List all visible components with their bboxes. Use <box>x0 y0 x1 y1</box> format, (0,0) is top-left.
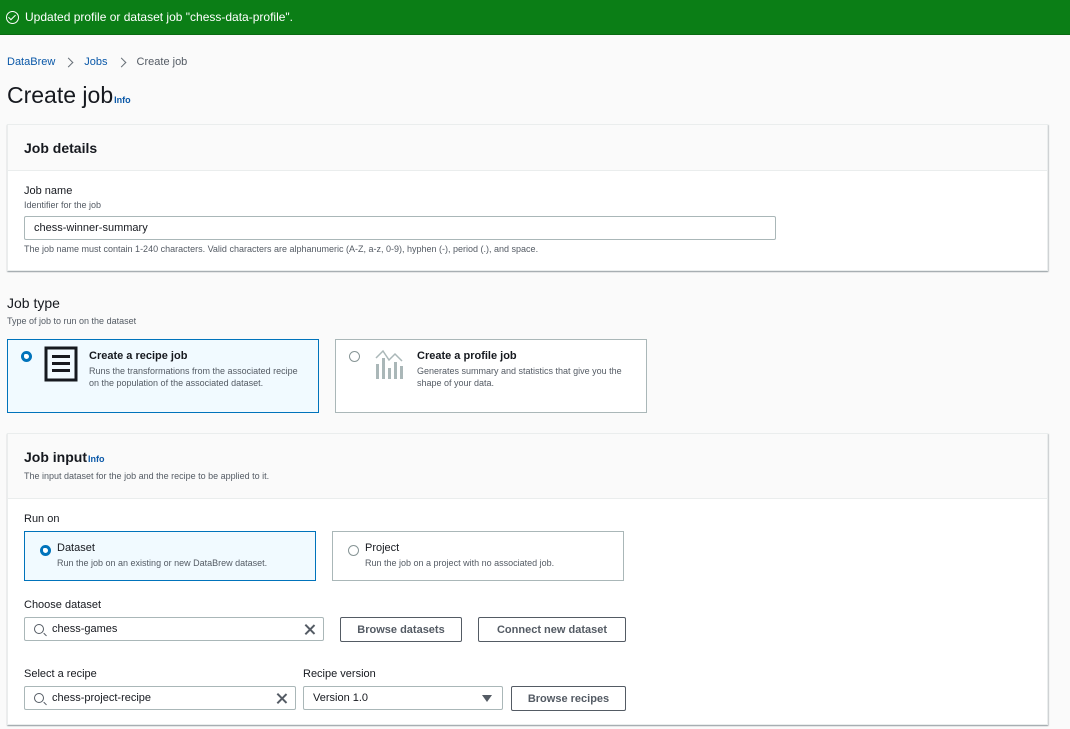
job-input-panel: Job input Info The input dataset for the… <box>7 433 1048 725</box>
profile-job-description: Generates summary and statistics that gi… <box>417 366 622 388</box>
profile-job-title: Create a profile job <box>417 350 517 362</box>
success-flash-banner: Updated profile or dataset job "chess-da… <box>0 0 1070 35</box>
select-recipe-label: Select a recipe <box>24 668 97 680</box>
breadcrumb-current: Create job <box>136 56 188 68</box>
page-info-link[interactable]: Info <box>114 95 131 105</box>
job-input-title: Job input <box>24 449 87 465</box>
job-name-description: Identifier for the job <box>24 200 102 210</box>
project-option-title: Project <box>365 542 400 554</box>
run-on-label: Run on <box>24 513 60 525</box>
recipe-list-icon <box>44 346 78 382</box>
caret-down-icon <box>482 695 492 702</box>
connect-new-dataset-button[interactable]: Connect new dataset <box>478 617 626 642</box>
job-input-info-link[interactable]: Info <box>88 454 105 464</box>
breadcrumb-databrew[interactable]: DataBrew <box>7 56 55 68</box>
page-title-row: Create job Info <box>7 82 131 109</box>
success-check-icon <box>6 10 19 24</box>
chevron-right-icon <box>116 57 126 67</box>
recipe-search-input[interactable]: chess-project-recipe <box>24 686 296 710</box>
recipe-version-select[interactable]: Version 1.0 <box>303 686 503 710</box>
project-radio[interactable] <box>348 545 359 556</box>
job-type-heading: Job type <box>7 295 60 311</box>
run-on-project-option[interactable]: Project Run the job on a project with no… <box>332 531 624 581</box>
job-name-label: Job name <box>24 185 73 197</box>
job-type-description: Type of job to run on the dataset <box>7 316 137 326</box>
search-icon <box>34 693 44 703</box>
recipe-job-description: Runs the transformations from the associ… <box>89 366 298 388</box>
profile-chart-icon <box>375 349 403 379</box>
clear-recipe-icon[interactable] <box>276 693 287 704</box>
browse-datasets-button[interactable]: Browse datasets <box>340 617 462 642</box>
main-content: DataBrew Jobs Create job Create job Info… <box>0 35 1070 729</box>
job-details-title: Job details <box>24 139 98 156</box>
recipe-version-value: Version 1.0 <box>313 692 369 704</box>
chevron-right-icon <box>63 57 74 67</box>
dataset-search-value: chess-games <box>52 623 118 635</box>
flash-message: Updated profile or dataset job "chess-da… <box>25 10 294 24</box>
recipe-search-value: chess-project-recipe <box>52 692 152 704</box>
breadcrumb-jobs[interactable]: Jobs <box>84 56 107 68</box>
project-option-description: Run the job on a project with no associa… <box>365 558 555 568</box>
recipe-version-label: Recipe version <box>303 668 376 680</box>
browse-recipes-button[interactable]: Browse recipes <box>511 686 626 711</box>
recipe-job-radio[interactable] <box>21 351 32 362</box>
dataset-search-input[interactable]: chess-games <box>24 617 324 641</box>
search-icon <box>34 624 44 634</box>
job-input-description: The input dataset for the job and the re… <box>24 471 270 481</box>
job-name-input[interactable]: chess-winner-summary <box>24 216 776 240</box>
profile-job-radio[interactable] <box>349 351 360 362</box>
dataset-radio[interactable] <box>40 545 51 556</box>
recipe-job-option[interactable]: Create a recipe job Runs the transformat… <box>7 339 319 413</box>
dataset-option-title: Dataset <box>57 542 95 554</box>
run-on-dataset-option[interactable]: Dataset Run the job on an existing or ne… <box>24 531 316 581</box>
page-title: Create job <box>7 82 114 108</box>
recipe-job-title: Create a recipe job <box>89 350 188 362</box>
dataset-option-description: Run the job on an existing or new DataBr… <box>57 558 268 568</box>
breadcrumb: DataBrew Jobs Create job <box>7 56 187 68</box>
job-details-panel: Job details Job name Identifier for the … <box>7 124 1048 271</box>
job-name-constraint-hint: The job name must contain 1-240 characte… <box>24 244 539 254</box>
choose-dataset-label: Choose dataset <box>24 599 102 611</box>
profile-job-option[interactable]: Create a profile job Generates summary a… <box>335 339 647 413</box>
clear-dataset-icon[interactable] <box>304 624 315 635</box>
